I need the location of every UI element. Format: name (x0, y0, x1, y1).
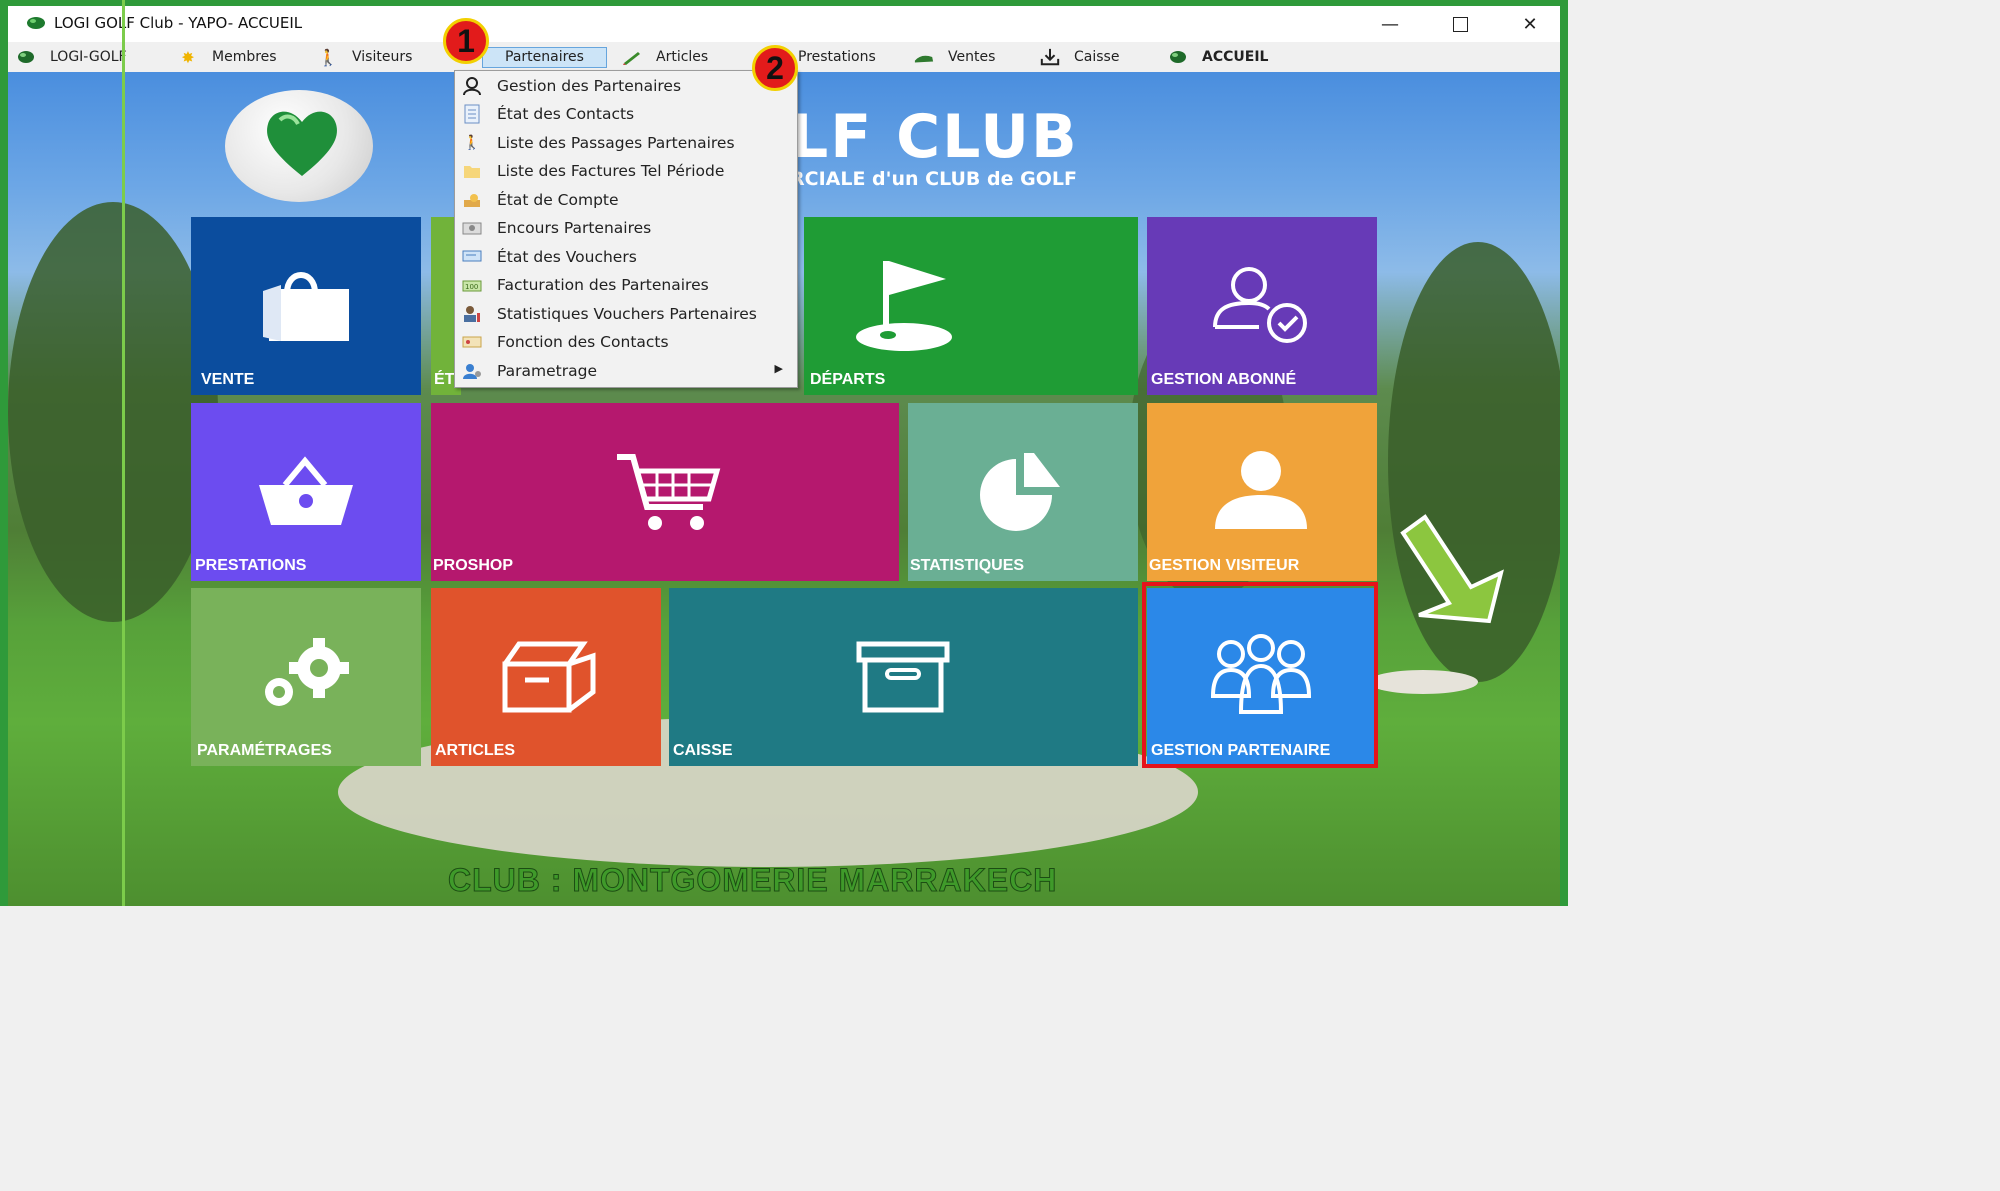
tile-proshop[interactable]: PROSHOP (431, 403, 899, 581)
dd-etat-contacts[interactable]: État des Contacts (455, 100, 797, 128)
tile-vente[interactable]: VENTE (191, 217, 421, 395)
svg-text:100: 100 (465, 283, 478, 291)
user-check-icon (1213, 267, 1307, 343)
close-icon: ✕ (1522, 13, 1538, 35)
heart-logo-icon (267, 111, 337, 176)
tile-gestion-visiteur[interactable]: GESTION VISITEUR (1147, 403, 1377, 581)
tile-gestion-abonne[interactable]: GESTION ABONNÉ (1147, 217, 1377, 395)
dd-parametrage[interactable]: Parametrage ▶ (455, 357, 797, 385)
step-badge-2: 2 (752, 45, 798, 91)
brand-subtitle: RCIALE d'un CLUB de GOLF (790, 168, 1077, 190)
tile-statistiques[interactable]: STATISTIQUES (908, 403, 1138, 581)
shopping-bag-icon (263, 272, 349, 341)
dd-fonction-contacts[interactable]: Fonction des Contacts (455, 328, 797, 356)
partner-icon (461, 75, 483, 97)
window-title: LOGI GOLF Club - YAPO- ACCUEIL (54, 14, 303, 32)
step-badge-1: 1 (443, 18, 489, 64)
window-frame-right (1560, 0, 1568, 906)
dd-statistiques-vouchers[interactable]: Statistiques Vouchers Partenaires (455, 300, 797, 328)
window-frame-left (0, 0, 8, 906)
dd-etat-vouchers[interactable]: État des Vouchers (455, 243, 797, 271)
menu-caisse[interactable]: Caisse (1040, 42, 1119, 72)
menu-ventes[interactable]: Ventes (914, 42, 995, 72)
settings-user-icon (461, 360, 483, 382)
shopping-cart-icon (617, 454, 721, 530)
menu-accueil[interactable]: ACCUEIL (1168, 42, 1268, 72)
club-name: CLUB : MONTGOMERIE MARRAKECH (447, 862, 1058, 899)
dd-encours[interactable]: Encours Partenaires (455, 214, 797, 242)
maximize-icon (1452, 16, 1468, 32)
menu-membres[interactable]: ✸ Membres (178, 42, 276, 72)
pie-chart-icon (980, 453, 1060, 531)
app-icon (27, 17, 45, 29)
dd-facturation[interactable]: 100 Facturation des Partenaires (455, 271, 797, 299)
sand-bunker-small (1368, 670, 1478, 694)
green-arrow-icon (1400, 514, 1504, 624)
golf-flag-icon (856, 261, 952, 351)
walker-icon: 🚶 (463, 135, 481, 151)
download-icon (1040, 47, 1060, 67)
walker-icon: 🚶 (318, 47, 338, 67)
pencil-icon (622, 47, 642, 67)
maximize-button[interactable] (1442, 10, 1478, 38)
tile-caisse[interactable]: CAISSE (669, 588, 1138, 766)
dd-gestion-partenaires[interactable]: Gestion des Partenaires (455, 72, 797, 100)
minimize-button[interactable]: — (1372, 10, 1408, 38)
document-icon (461, 103, 483, 125)
box-icon (502, 641, 596, 713)
golf-ball-icon (16, 47, 36, 67)
person-chart-icon (461, 303, 483, 325)
bill-icon: 100 (461, 274, 483, 296)
gears-icon (265, 638, 349, 706)
tile-prestations[interactable]: PRESTATIONS (191, 403, 421, 581)
highlight-box (1142, 582, 1378, 768)
menu-prestations[interactable]: Prestations (798, 42, 876, 72)
hand-money-icon (461, 189, 483, 211)
basket-icon (259, 456, 353, 525)
brand-title: LF CLUB (790, 102, 1079, 172)
golf-shoe-icon (914, 47, 934, 67)
submenu-arrow-icon: ▶ (774, 362, 783, 375)
minimize-icon: — (1381, 13, 1399, 35)
tile-parametrages[interactable]: PARAMÉTRAGES (191, 588, 421, 766)
partenaires-dropdown: Gestion des Partenaires État des Contact… (454, 70, 798, 388)
menu-partenaires[interactable]: Partenaires (482, 42, 607, 72)
tree-left (8, 202, 218, 622)
close-button[interactable]: ✕ (1512, 10, 1548, 38)
menu-visiteurs[interactable]: 🚶 Visiteurs (318, 42, 412, 72)
archive-box-icon (856, 641, 950, 713)
tile-departs[interactable]: DÉPARTS (804, 217, 1138, 395)
tile-articles[interactable]: ARTICLES (431, 588, 661, 766)
menu-logi-golf[interactable]: LOGI-GOLF (16, 42, 127, 72)
title-bar: LOGI GOLF Club - YAPO- ACCUEIL — ✕ (8, 6, 1560, 42)
golf-ball-icon (1168, 47, 1188, 67)
voucher-icon (461, 246, 483, 268)
folder-icon (461, 160, 483, 182)
money-icon (461, 217, 483, 239)
sun-icon: ✸ (181, 47, 195, 67)
guide-line (122, 0, 125, 906)
user-icon (1215, 451, 1307, 529)
dd-liste-factures[interactable]: Liste des Factures Tel Période (455, 157, 797, 185)
card-icon (461, 331, 483, 353)
menu-articles[interactable]: Articles (622, 42, 708, 72)
dd-etat-compte[interactable]: État de Compte (455, 186, 797, 214)
dd-liste-passages[interactable]: 🚶 Liste des Passages Partenaires (455, 129, 797, 157)
status-bar (0, 906, 1568, 934)
